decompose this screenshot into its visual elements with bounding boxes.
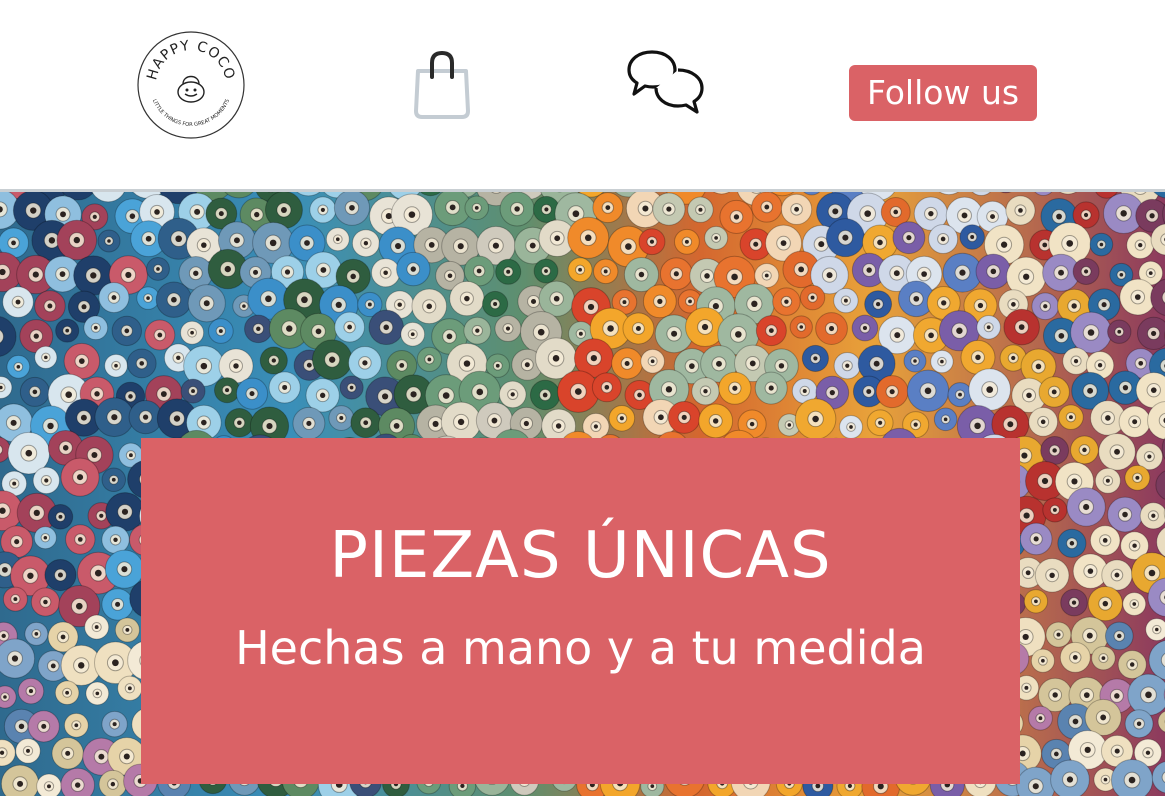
brand-logo[interactable]: HAPPY COCO LITTLE THINGS FOR GREAT MOMEN… [136, 30, 246, 140]
follow-us-button[interactable]: Follow us [849, 65, 1037, 121]
hero-banner: PIEZAS ÚNICAS Hechas a mano y a tu medid… [0, 192, 1165, 796]
hero-title: PIEZAS ÚNICAS [329, 519, 832, 593]
hero-subtitle: Hechas a mano y a tu medida [235, 621, 926, 675]
site-header: HAPPY COCO LITTLE THINGS FOR GREAT MOMEN… [0, 0, 1165, 191]
chat-bubbles-icon[interactable] [626, 48, 706, 120]
hero-text-box: PIEZAS ÚNICAS Hechas a mano y a tu medid… [141, 438, 1020, 784]
happy-coco-logo-icon: HAPPY COCO LITTLE THINGS FOR GREAT MOMEN… [137, 31, 245, 139]
shopping-bag-icon[interactable] [412, 47, 472, 121]
